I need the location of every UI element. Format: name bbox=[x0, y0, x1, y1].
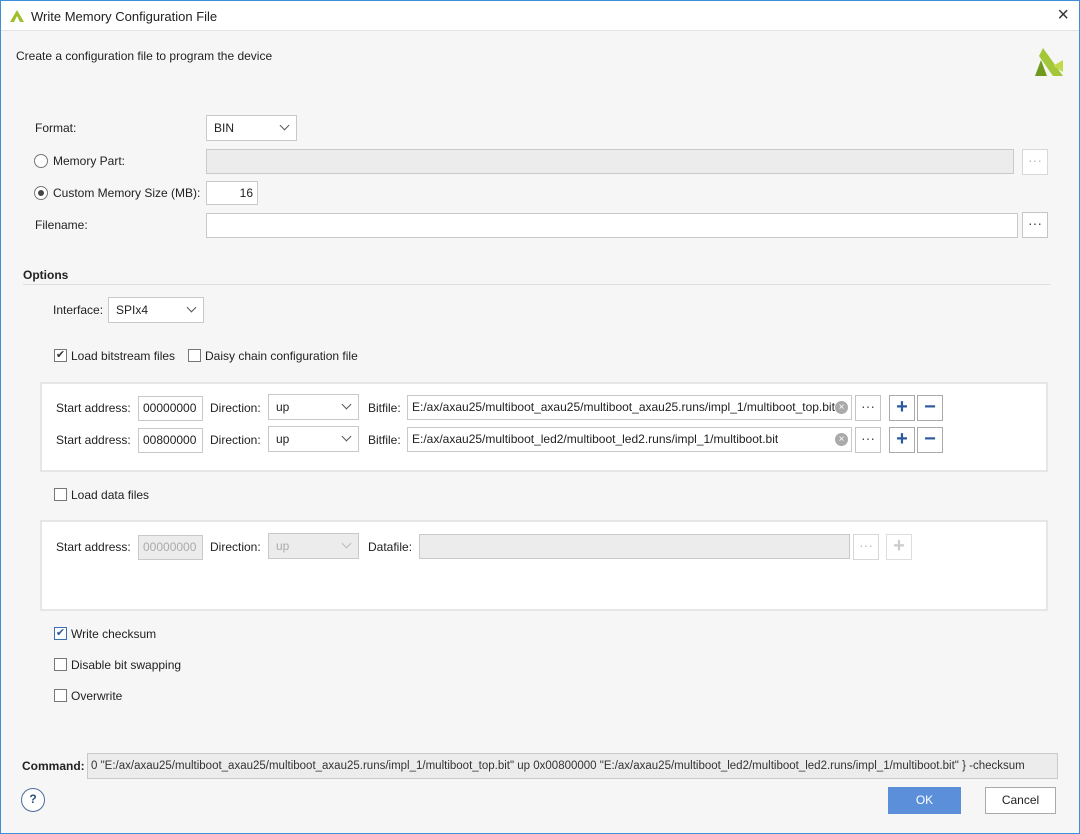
memory-part-radio[interactable] bbox=[34, 154, 48, 168]
data-start-address-label: Start address: bbox=[56, 540, 131, 554]
direction-select[interactable]: up bbox=[268, 394, 359, 420]
chevron-down-icon bbox=[341, 431, 352, 442]
load-bitstream-checkbox[interactable]: ✔ bbox=[54, 349, 67, 362]
filename-label: Filename: bbox=[35, 218, 88, 232]
load-data-label: Load data files bbox=[71, 488, 150, 502]
command-field[interactable]: 0 "E:/ax/axau25/multiboot_axau25/multibo… bbox=[87, 753, 1058, 779]
add-bitfile-button[interactable]: + bbox=[889, 427, 915, 453]
vivado-logo-icon bbox=[10, 10, 24, 22]
ok-button[interactable]: OK bbox=[888, 787, 961, 814]
close-button[interactable]: × bbox=[1057, 4, 1069, 27]
options-heading: Options bbox=[23, 268, 69, 282]
cancel-button[interactable]: Cancel bbox=[985, 787, 1056, 814]
bitfile-label: Bitfile: bbox=[368, 401, 401, 415]
remove-bitfile-button[interactable]: − bbox=[917, 427, 943, 453]
title-bar: Write Memory Configuration File × bbox=[1, 1, 1079, 31]
overwrite-label: Overwrite bbox=[71, 689, 123, 703]
clear-icon[interactable]: × bbox=[835, 401, 848, 414]
format-value: BIN bbox=[214, 121, 235, 135]
start-address-label: Start address: bbox=[56, 401, 131, 415]
custom-size-label: Custom Memory Size (MB): bbox=[53, 186, 201, 200]
direction-select[interactable]: up bbox=[268, 426, 359, 452]
xilinx-logo-icon bbox=[1035, 48, 1063, 76]
write-checksum-checkbox[interactable]: ✔ bbox=[54, 627, 67, 640]
bitfile-browse-button[interactable]: ··· bbox=[855, 427, 881, 453]
data-direction-value: up bbox=[276, 539, 290, 553]
memory-part-browse-button: ··· bbox=[1022, 149, 1048, 175]
daisy-chain-checkbox[interactable] bbox=[188, 349, 201, 362]
bitfile-input[interactable]: E:/ax/axau25/multiboot_led2/multiboot_le… bbox=[407, 427, 852, 452]
clear-icon[interactable]: × bbox=[835, 433, 848, 446]
disable-bit-swapping-label: Disable bit swapping bbox=[71, 658, 182, 672]
format-label: Format: bbox=[35, 121, 77, 135]
filename-input[interactable] bbox=[206, 213, 1018, 238]
interface-select[interactable]: SPIx4 bbox=[108, 297, 204, 323]
overwrite-checkbox[interactable] bbox=[54, 689, 67, 702]
daisy-chain-label: Daisy chain configuration file bbox=[205, 349, 358, 363]
load-data-checkbox[interactable] bbox=[54, 488, 67, 501]
custom-size-input[interactable]: 16 bbox=[206, 181, 258, 205]
help-button[interactable]: ? bbox=[21, 788, 45, 812]
interface-value: SPIx4 bbox=[116, 303, 149, 317]
start-address-label: Start address: bbox=[56, 433, 131, 447]
filename-browse-button[interactable]: ··· bbox=[1022, 212, 1048, 238]
chevron-down-icon bbox=[186, 302, 197, 313]
data-direction-label: Direction: bbox=[210, 540, 261, 554]
datafile-label: Datafile: bbox=[368, 540, 413, 554]
start-address-input[interactable]: 00000000 bbox=[138, 396, 203, 421]
add-bitfile-button[interactable]: + bbox=[889, 395, 915, 421]
direction-value: up bbox=[276, 400, 290, 414]
add-datafile-button: + bbox=[886, 534, 912, 560]
remove-bitfile-button[interactable]: − bbox=[917, 395, 943, 421]
format-select[interactable]: BIN bbox=[206, 115, 297, 141]
memory-part-label: Memory Part: bbox=[53, 154, 126, 168]
bitfile-value: E:/ax/axau25/multiboot_led2/multiboot_le… bbox=[412, 432, 779, 446]
bitfile-label: Bitfile: bbox=[368, 433, 401, 447]
subtitle: Create a configuration file to program t… bbox=[16, 49, 273, 63]
datafile-browse-button: ··· bbox=[853, 534, 879, 560]
bitfile-input[interactable]: E:/ax/axau25/multiboot_axau25/multiboot_… bbox=[407, 395, 852, 420]
window-title: Write Memory Configuration File bbox=[31, 9, 218, 24]
start-address-input[interactable]: 00800000 bbox=[138, 428, 203, 453]
disable-bit-swapping-checkbox[interactable] bbox=[54, 658, 67, 671]
direction-label: Direction: bbox=[210, 401, 261, 415]
interface-label: Interface: bbox=[53, 303, 104, 317]
direction-label: Direction: bbox=[210, 433, 261, 447]
bitfile-value: E:/ax/axau25/multiboot_axau25/multiboot_… bbox=[412, 400, 835, 414]
dialog-window: Write Memory Configuration File × Create… bbox=[0, 0, 1080, 834]
divider bbox=[23, 284, 1050, 285]
write-checksum-label: Write checksum bbox=[71, 627, 157, 641]
bitfile-browse-button[interactable]: ··· bbox=[855, 395, 881, 421]
memory-part-field bbox=[206, 149, 1014, 174]
data-direction-select: up bbox=[268, 533, 359, 559]
command-label: Command: bbox=[22, 759, 85, 773]
chevron-down-icon bbox=[279, 120, 290, 131]
custom-size-radio[interactable] bbox=[34, 186, 48, 200]
datafile-input bbox=[419, 534, 850, 559]
data-start-address-input: 00000000 bbox=[138, 535, 203, 560]
direction-value: up bbox=[276, 432, 290, 446]
chevron-down-icon bbox=[341, 399, 352, 410]
load-bitstream-label: Load bitstream files bbox=[71, 349, 176, 363]
chevron-down-icon bbox=[341, 538, 352, 549]
